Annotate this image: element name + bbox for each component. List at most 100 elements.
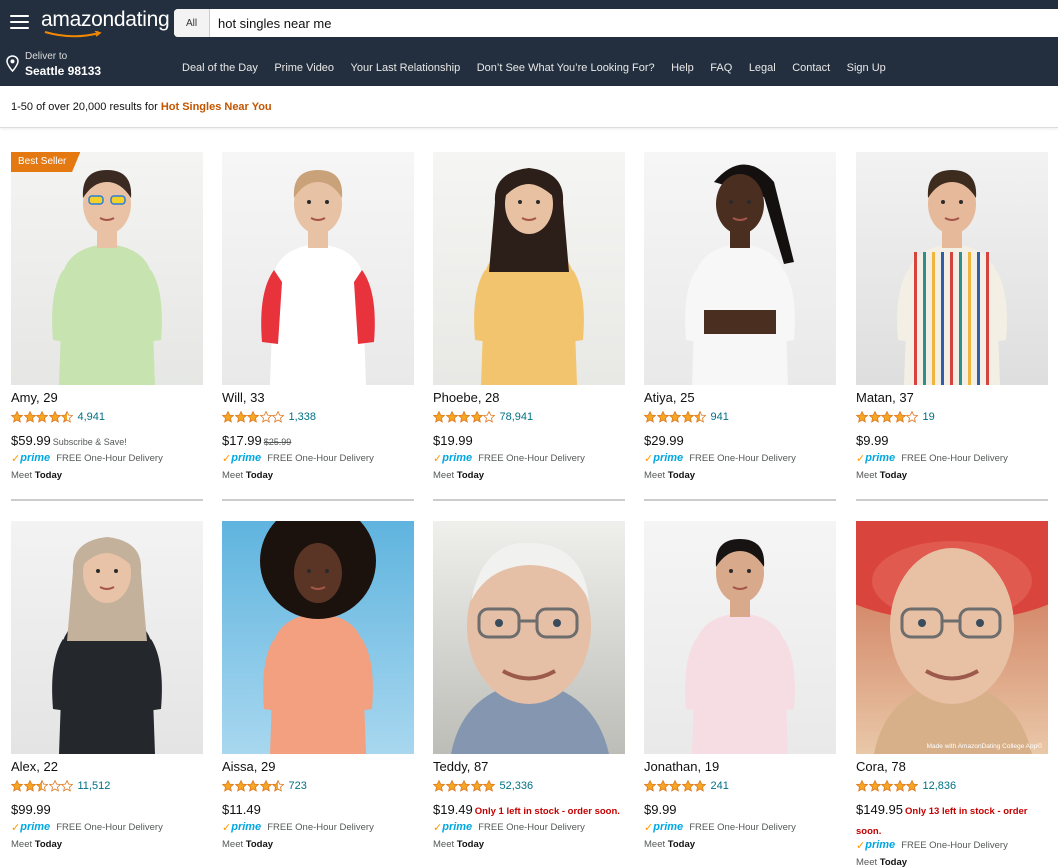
menu-icon[interactable] [10, 15, 29, 29]
meet-prefix: Meet [11, 839, 35, 850]
prime-delivery: ✓ prime FREE One-Hour Delivery [222, 451, 374, 465]
prime-logo: ✓ prime [222, 821, 261, 834]
product-card[interactable]: Jonathan, 19 241 $9.99 ✓ prime FREE One-H… [644, 521, 836, 859]
rating[interactable]: 241 [644, 779, 729, 793]
product-card[interactable]: Best Seller Amy, 29 4,941 $59.99 Subscrib… [11, 152, 203, 502]
product-title[interactable]: Amy, 29 [11, 390, 58, 405]
rating[interactable]: 12,836 [856, 779, 956, 793]
product-title[interactable]: Will, 33 [222, 390, 265, 405]
prime-delivery: ✓ prime FREE One-Hour Delivery [433, 820, 585, 834]
profile-photo[interactable] [856, 152, 1048, 385]
search-input[interactable] [218, 9, 1038, 37]
review-count[interactable]: 19 [923, 411, 935, 423]
logo-text: amazondating [41, 8, 170, 31]
prime-logo: ✓ prime [11, 452, 50, 465]
profile-photo[interactable] [222, 521, 414, 754]
rating[interactable]: 723 [222, 779, 307, 793]
meet-prefix: Meet [11, 470, 35, 481]
product-title[interactable]: Cora, 78 [856, 759, 906, 774]
product-title[interactable]: Alex, 22 [11, 759, 58, 774]
nav-help[interactable]: Help [671, 62, 694, 74]
star-icon [61, 780, 73, 792]
review-count[interactable]: 11,512 [78, 780, 111, 792]
star-icon [669, 780, 681, 792]
prime-logo: ✓ prime [433, 821, 472, 834]
price-line: $9.99 [856, 432, 1048, 450]
prime-delivery: ✓ prime FREE One-Hour Delivery [644, 820, 796, 834]
price: $59.99 [11, 433, 51, 448]
profile-photo[interactable] [433, 521, 625, 754]
product-card[interactable]: Teddy, 87 52,336 $19.49 Only 1 left in st… [433, 521, 625, 859]
rating[interactable]: 52,336 [433, 779, 533, 793]
review-count[interactable]: 241 [711, 780, 729, 792]
prime-check-icon: ✓ [856, 452, 866, 465]
product-title[interactable]: Atiya, 25 [644, 390, 695, 405]
review-count[interactable]: 78,941 [500, 411, 534, 423]
profile-photo-svg [11, 521, 203, 754]
card-divider [644, 499, 836, 501]
profile-photo[interactable]: Made with AmazonDating College App© [856, 521, 1048, 754]
review-count[interactable]: 723 [289, 780, 307, 792]
product-card[interactable]: Made with AmazonDating College App© Cora… [856, 521, 1048, 868]
rating[interactable]: 11,512 [11, 779, 110, 793]
prime-label: prime [653, 452, 684, 464]
star-icon [234, 780, 247, 792]
card-divider [433, 499, 625, 501]
rating[interactable]: 1,338 [222, 410, 316, 424]
product-title[interactable]: Phoebe, 28 [433, 390, 500, 405]
prime-label: prime [442, 821, 473, 833]
deliver-to-location[interactable]: Deliver to Seattle 98133 [4, 50, 164, 80]
star-icon [868, 780, 881, 792]
nav-your-last-relationship[interactable]: Your Last Relationship [351, 62, 461, 74]
review-count[interactable]: 1,338 [289, 411, 317, 423]
product-card[interactable]: Atiya, 25 941 $29.99 ✓ prime FREE One-Hou… [644, 152, 836, 502]
search-category-dropdown[interactable]: All [174, 9, 210, 37]
prime-label: prime [865, 839, 896, 851]
product-card[interactable]: Will, 33 1,338 $17.99 $25.99 ✓ prime FREE … [222, 152, 414, 502]
meet-date: Meet Today [222, 839, 273, 850]
delivery-text: FREE One-Hour Delivery [478, 452, 585, 464]
star-rating [856, 411, 919, 423]
product-title[interactable]: Teddy, 87 [433, 759, 488, 774]
star-icon [11, 411, 23, 423]
star-icon [36, 411, 48, 423]
profile-photo[interactable] [11, 152, 203, 385]
nav-sign-up[interactable]: Sign Up [847, 62, 886, 74]
prime-check-icon: ✓ [856, 839, 866, 852]
rating[interactable]: 4,941 [11, 410, 105, 424]
review-count[interactable]: 12,836 [923, 780, 957, 792]
profile-photo-svg [856, 152, 1048, 385]
product-card[interactable]: Matan, 37 19 $9.99 ✓ prime FREE One-Hour … [856, 152, 1048, 502]
amazondating-logo[interactable]: amazondating [41, 8, 170, 38]
review-count[interactable]: 941 [711, 411, 729, 423]
meet-day: Today [34, 470, 63, 481]
rating[interactable]: 78,941 [433, 410, 533, 424]
product-card[interactable]: Aissa, 29 723 $11.49 ✓ prime FREE One-Hou… [222, 521, 414, 859]
profile-photo[interactable] [11, 521, 203, 754]
nav-legal[interactable]: Legal [749, 62, 776, 74]
review-count[interactable]: 52,336 [500, 780, 534, 792]
nav-contact[interactable]: Contact [792, 62, 830, 74]
meet-prefix: Meet [222, 839, 246, 850]
profile-photo[interactable] [644, 152, 836, 385]
nav-prime-video[interactable]: Prime Video [274, 62, 334, 74]
star-rating [222, 780, 285, 792]
rating[interactable]: 19 [856, 410, 935, 424]
profile-photo[interactable] [222, 152, 414, 385]
prime-label: prime [20, 452, 51, 464]
product-card[interactable]: Alex, 22 11,512 $99.99 ✓ prime FREE One-H… [11, 521, 203, 859]
product-card[interactable]: Phoebe, 28 78,941 $19.99 ✓ prime FREE One… [433, 152, 625, 502]
rating[interactable]: 941 [644, 410, 729, 424]
photo-watermark: Made with AmazonDating College App© [927, 742, 1043, 750]
product-title[interactable]: Aissa, 29 [222, 759, 275, 774]
meet-date: Meet Today [856, 470, 907, 481]
price: $149.95 [856, 802, 903, 817]
product-title[interactable]: Matan, 37 [856, 390, 914, 405]
nav-deal-of-the-day[interactable]: Deal of the Day [182, 62, 258, 74]
profile-photo[interactable] [433, 152, 625, 385]
nav-dont-see[interactable]: Don’t See What You’re Looking For? [477, 62, 655, 74]
profile-photo[interactable] [644, 521, 836, 754]
nav-faq[interactable]: FAQ [710, 62, 732, 74]
product-title[interactable]: Jonathan, 19 [644, 759, 719, 774]
review-count[interactable]: 4,941 [78, 411, 106, 423]
